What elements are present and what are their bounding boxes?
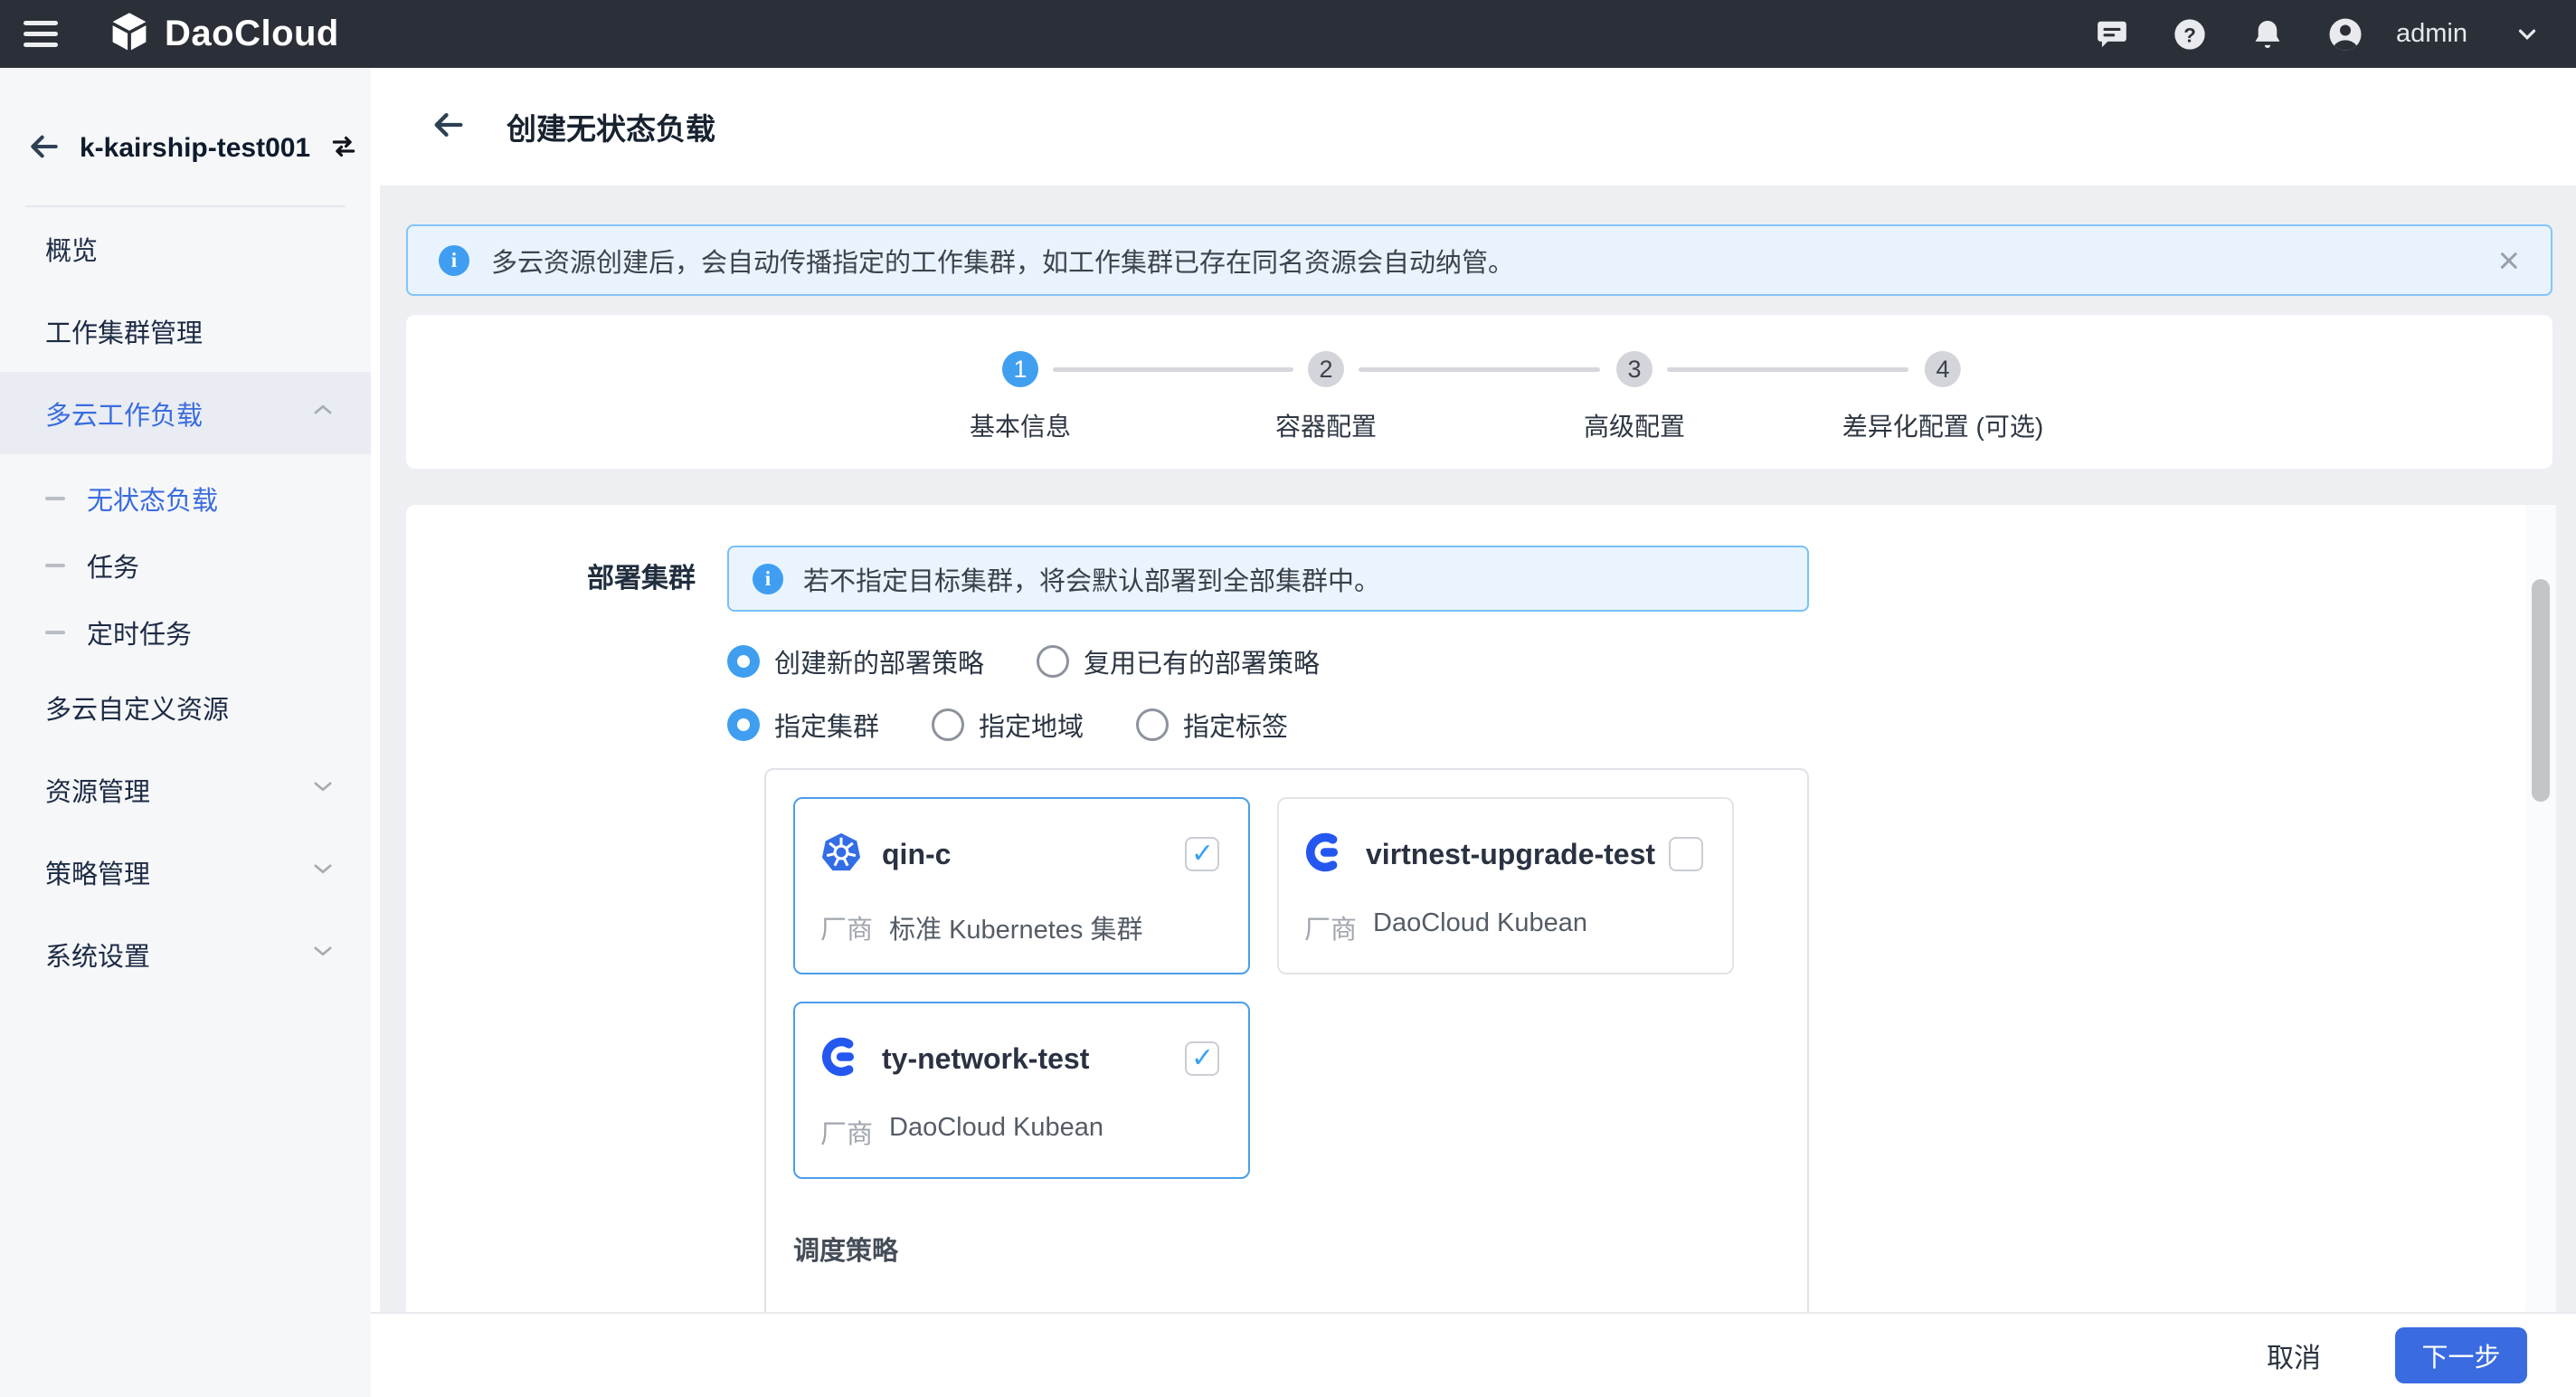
radio-unselected-icon (1136, 708, 1169, 741)
back-arrow-icon[interactable] (27, 129, 62, 168)
cluster-checkbox-unchecked[interactable] (1669, 837, 1703, 871)
chevron-down-icon (309, 773, 336, 807)
daocloud-cluster-icon (820, 1036, 862, 1082)
daocloud-cluster-icon (1304, 832, 1346, 878)
radio-specify-cluster[interactable]: 指定集群 (727, 706, 879, 744)
sidebar-item-system-settings[interactable]: 系统设置 (0, 913, 371, 995)
info-icon: i (439, 245, 469, 276)
deploy-cluster-field: i 若不指定目标集群，将会默认部署到全部集群中。 创建新的部署策略 复用已有的部… (727, 505, 1809, 1312)
next-step-button[interactable]: 下一步 (2395, 1327, 2527, 1383)
step-advanced-config[interactable]: 3 高级配置 (1584, 315, 1685, 443)
topbar-actions: ? admin (2094, 16, 2545, 52)
cluster-name: virtnest-upgrade-test (1366, 838, 1655, 871)
radio-unselected-icon (1037, 645, 1069, 678)
scrollbar-track (2525, 505, 2556, 1312)
info-banner: i 多云资源创建后，会自动传播指定的工作集群，如工作集群已存在同名资源会自动纳管… (406, 224, 2552, 296)
sidebar-item-cron-jobs[interactable]: 定时任务 (0, 599, 371, 666)
cancel-button[interactable]: 取消 (2261, 1335, 2326, 1376)
username-label: admin (2396, 19, 2467, 49)
step-container-config[interactable]: 2 容器配置 (1275, 315, 1377, 443)
wizard-stepper: 1 基本信息 2 容器配置 3 高级配置 4 差异化配置 (可选) (406, 315, 2552, 469)
svg-text:?: ? (2183, 24, 2196, 46)
vendor-value: 标准 Kubernetes 集群 (889, 908, 1142, 946)
sidebar: k-kairship-test001 概览 工作集群管理 多云工作负载 (0, 68, 371, 1397)
cluster-card-list: qin-c 厂商 标准 Kubernetes 集群 (793, 797, 1780, 1179)
vendor-key: 厂商 (820, 1113, 873, 1151)
radio-specify-label[interactable]: 指定标签 (1136, 706, 1288, 744)
sidebar-item-jobs[interactable]: 任务 (0, 532, 371, 599)
sidebar-item-resource-management[interactable]: 资源管理 (0, 748, 371, 831)
vendor-value: DaoCloud Kubean (889, 1113, 1103, 1151)
page-title: 创建无状态负载 (507, 105, 715, 148)
cluster-name: ty-network-test (882, 1042, 1089, 1076)
chevron-down-icon (309, 937, 336, 972)
sub-item-dash-icon (45, 497, 65, 500)
sidebar-item-work-cluster-management[interactable]: 工作集群管理 (0, 290, 371, 372)
scrollbar-thumb[interactable] (2532, 579, 2550, 802)
brand-logo: DaoCloud (109, 11, 339, 57)
menu-toggle-icon[interactable] (24, 14, 58, 53)
main-area: 创建无状态负载 i 多云资源创建后，会自动传播指定的工作集群，如工作集群已存在同… (371, 68, 2576, 1397)
page-header: 创建无状态负载 (371, 68, 2576, 185)
cluster-checkbox-checked[interactable] (1185, 1041, 1219, 1076)
cluster-name: qin-c (882, 838, 951, 871)
vendor-value: DaoCloud Kubean (1373, 908, 1587, 946)
step-differentiated-config[interactable]: 4 差异化配置 (可选) (1842, 315, 2043, 443)
chevron-down-icon (309, 855, 336, 889)
page-back-arrow-icon[interactable] (431, 107, 467, 147)
radio-create-new-policy[interactable]: 创建新的部署策略 (727, 642, 984, 680)
sidebar-header: k-kairship-test001 (0, 68, 371, 205)
radio-specify-region[interactable]: 指定地域 (932, 706, 1084, 744)
info-banner-text: 多云资源创建后，会自动传播指定的工作集群，如工作集群已存在同名资源会自动纳管。 (491, 242, 1514, 280)
info-icon: i (753, 564, 783, 594)
sidebar-item-multicloud-workloads[interactable]: 多云工作负载 (0, 372, 371, 454)
sidebar-item-stateless-workloads[interactable]: 无状态负载 (0, 465, 371, 532)
form-panel: 部署集群 i 若不指定目标集群，将会默认部署到全部集群中。 创建新的部署策略 (406, 505, 2556, 1312)
radio-reuse-existing-policy[interactable]: 复用已有的部署策略 (1037, 642, 1320, 680)
step-connector (1359, 367, 1600, 372)
step-connector (1053, 367, 1293, 372)
radio-unselected-icon (932, 708, 964, 741)
current-cluster-name: k-kairship-test001 (80, 133, 310, 164)
sidebar-nav: 概览 工作集群管理 多云工作负载 无状态负载 任务 (0, 207, 371, 995)
deploy-cluster-label: 部署集群 (511, 556, 696, 595)
brand-name: DaoCloud (165, 14, 339, 54)
help-icon[interactable]: ? (2172, 16, 2208, 52)
vendor-key: 厂商 (1304, 908, 1357, 946)
sub-item-dash-icon (45, 564, 65, 567)
content-area: i 多云资源创建后，会自动传播指定的工作集群，如工作集群已存在同名资源会自动纳管… (380, 185, 2576, 1312)
radio-selected-icon (727, 645, 760, 678)
banner-close-icon[interactable]: × (2497, 242, 2520, 280)
chevron-up-icon (309, 396, 336, 431)
radio-selected-icon (727, 708, 760, 741)
sidebar-item-multicloud-custom-resources[interactable]: 多云自定义资源 (0, 666, 371, 748)
message-icon[interactable] (2094, 16, 2130, 52)
vendor-key: 厂商 (820, 908, 873, 946)
cluster-selection-box: qin-c 厂商 标准 Kubernetes 集群 (764, 768, 1809, 1312)
cluster-card-ty-network-test[interactable]: ty-network-test 厂商 DaoCloud Kubean (793, 1002, 1250, 1179)
app-screen: DaoCloud ? (0, 0, 2576, 1397)
switch-cluster-icon[interactable] (328, 131, 359, 166)
target-radio-group: 指定集群 指定地域 指定标签 (727, 706, 1809, 744)
cluster-checkbox-checked[interactable] (1185, 837, 1219, 871)
wizard-footer: 取消 下一步 (371, 1312, 2576, 1397)
kubernetes-icon (820, 832, 862, 878)
deploy-hint-box: i 若不指定目标集群，将会默认部署到全部集群中。 (727, 546, 1809, 612)
sub-item-dash-icon (45, 631, 65, 634)
step-basic-info[interactable]: 1 基本信息 (970, 315, 1071, 443)
topbar: DaoCloud ? (0, 0, 2576, 68)
notifications-bell-icon[interactable] (2249, 16, 2286, 52)
sidebar-item-policy-management[interactable]: 策略管理 (0, 831, 371, 913)
policy-radio-group: 创建新的部署策略 复用已有的部署策略 (727, 642, 1809, 680)
deploy-hint-text: 若不指定目标集群，将会默认部署到全部集群中。 (803, 560, 1380, 598)
user-avatar[interactable] (2327, 16, 2363, 52)
cluster-card-qin-c[interactable]: qin-c 厂商 标准 Kubernetes 集群 (793, 797, 1250, 974)
user-menu-chevron-down-icon[interactable] (2509, 16, 2545, 52)
cluster-card-virtnest-upgrade-test[interactable]: virtnest-upgrade-test 厂商 DaoCloud Kubean (1277, 797, 1734, 974)
sidebar-item-overview[interactable]: 概览 (0, 207, 371, 290)
scheduling-policy-label: 调度策略 (793, 1230, 1780, 1268)
daocloud-cube-icon (109, 11, 150, 57)
